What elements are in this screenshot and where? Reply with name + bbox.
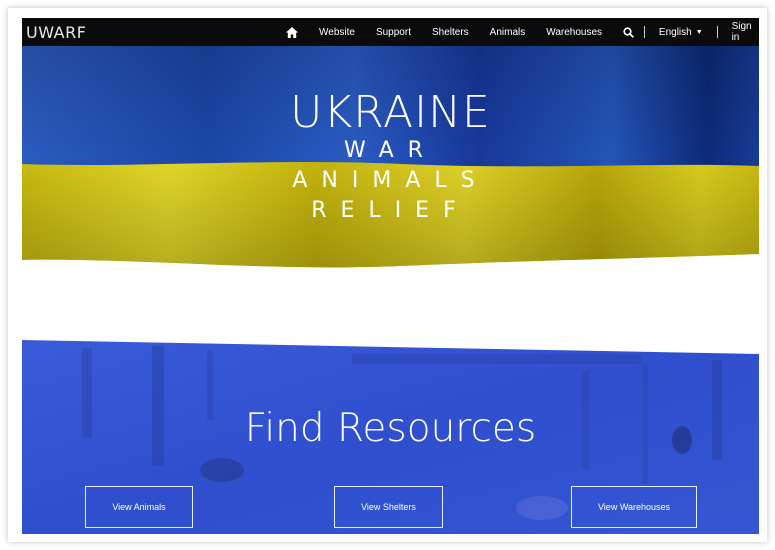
hero-line-animals: ANIMALS [292,168,489,193]
nav-warehouses[interactable]: Warehouses [546,27,602,38]
resources-title: Find Resources [244,406,537,451]
nav-separator [644,26,645,38]
caret-down-icon: ▼ [695,28,703,36]
language-label: English [658,26,692,38]
view-animals-button[interactable]: View Animals [85,486,193,528]
language-dropdown[interactable]: English ▼ [659,27,703,38]
view-shelters-button[interactable]: View Shelters [334,486,443,528]
find-resources-section: Find Resources View Animals View Shelter… [22,340,759,534]
nav-animals[interactable]: Animals [490,27,526,38]
nav-shelters[interactable]: Shelters [432,27,469,38]
hero-line-war: WAR [344,138,437,163]
search-icon[interactable] [623,26,634,38]
nav-separator [716,26,718,38]
top-navbar: UWARF Website Support Shelters Animals W… [22,18,759,46]
hero-title: UKRAINE [290,87,491,138]
home-icon[interactable] [286,26,298,38]
brand-logo[interactable]: UWARF [26,23,86,42]
view-warehouses-button[interactable]: View Warehouses [571,486,697,528]
nav-website[interactable]: Website [319,27,355,38]
hero-banner: UKRAINE WAR ANIMALS RELIEF [22,46,759,268]
signin-link[interactable]: Sign in [732,21,759,43]
nav-support[interactable]: Support [376,27,411,38]
nav-menu: Website Support Shelters Animals Warehou… [286,18,759,46]
hero-line-relief: RELIEF [311,198,470,223]
